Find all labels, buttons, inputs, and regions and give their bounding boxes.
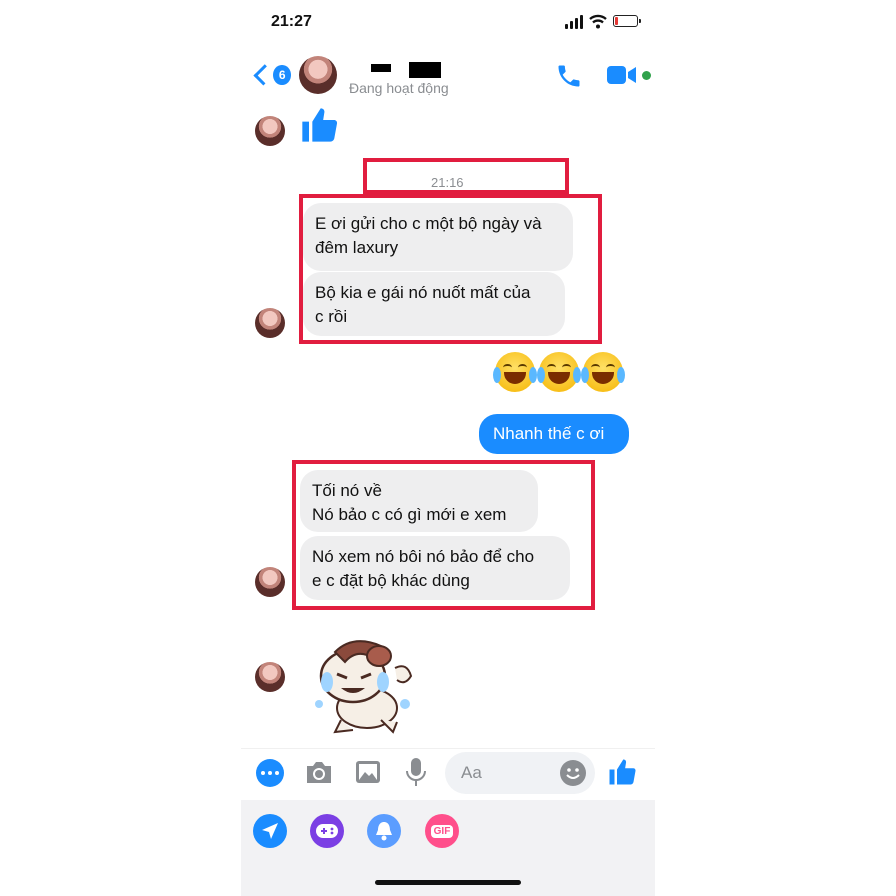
unread-count-badge: 6 <box>273 65 291 85</box>
composer-divider <box>241 748 655 749</box>
message-avatar <box>255 308 285 338</box>
navigation-arrow-icon <box>262 823 278 839</box>
laughing-with-tears-emoji <box>493 352 537 392</box>
camera-icon[interactable] <box>305 759 333 785</box>
gamepad-icon <box>316 824 338 838</box>
message-line: e c đặt bộ khác dùng <box>312 571 470 590</box>
wifi-icon <box>589 14 607 29</box>
microphone-icon[interactable] <box>405 757 427 787</box>
games-button[interactable] <box>310 814 344 848</box>
back-button[interactable]: 6 <box>251 60 291 90</box>
incoming-message[interactable]: Bộ kia e gái nó nuốt mất của c rồi <box>303 272 565 336</box>
active-status: Đang hoạt động <box>349 80 449 96</box>
message-line: Bộ kia e gái nó nuốt mất của <box>315 283 531 302</box>
gif-button[interactable]: GIF <box>425 814 459 848</box>
gallery-icon[interactable] <box>354 758 382 786</box>
incoming-message[interactable]: Tối nó về Nó bảo c có gì mới e xem <box>300 470 538 532</box>
reminder-button[interactable] <box>367 814 401 848</box>
message-line: Nó bảo c có gì mới e xem <box>312 505 507 524</box>
incoming-message[interactable]: Nó xem nó bôi nó bảo để cho e c đặt bộ k… <box>300 536 570 600</box>
outgoing-message[interactable]: Nhanh thế c ơi <box>479 414 629 454</box>
timestamp-highlight <box>363 158 569 194</box>
laughing-with-tears-emoji <box>581 352 625 392</box>
bell-icon <box>376 822 392 841</box>
contact-avatar[interactable] <box>299 56 337 94</box>
laughing-with-tears-emoji <box>537 352 581 392</box>
message-input-placeholder: Aa <box>461 763 482 782</box>
battery-icon <box>613 15 641 27</box>
message-avatar <box>255 567 285 597</box>
status-time: 21:27 <box>271 13 312 30</box>
incoming-message[interactable]: E ơi gửi cho c một bộ ngày và đêm laxury <box>303 203 573 271</box>
chevron-left-icon <box>253 64 275 86</box>
like-send-icon[interactable] <box>607 756 637 788</box>
more-options-icon[interactable] <box>256 759 284 787</box>
message-line: E ơi gửi cho c một bộ ngày và <box>315 214 542 233</box>
active-indicator <box>642 71 651 80</box>
crying-dog-sticker[interactable] <box>301 636 427 736</box>
messenger-screen: 21:27 6 Đang hoạt động 21:16 E ơi gửi ch… <box>241 0 655 896</box>
message-line: Nó xem nó bôi nó bảo để cho <box>312 547 535 566</box>
phone-call-icon[interactable] <box>555 62 583 90</box>
message-timestamp: 21:16 <box>431 175 464 190</box>
video-call-icon[interactable] <box>607 64 637 86</box>
like-thumb-message-icon <box>302 108 338 142</box>
message-avatar <box>255 116 285 146</box>
message-line: Tối nó về <box>312 481 382 500</box>
location-send-button[interactable] <box>253 814 287 848</box>
message-avatar <box>255 662 285 692</box>
signal-icon <box>565 15 585 29</box>
emoji-icon[interactable] <box>559 759 587 787</box>
message-line: đêm laxury <box>315 238 399 257</box>
gif-label: GIF <box>430 824 454 838</box>
home-indicator[interactable] <box>375 880 521 885</box>
message-line: c rồi <box>315 307 348 326</box>
